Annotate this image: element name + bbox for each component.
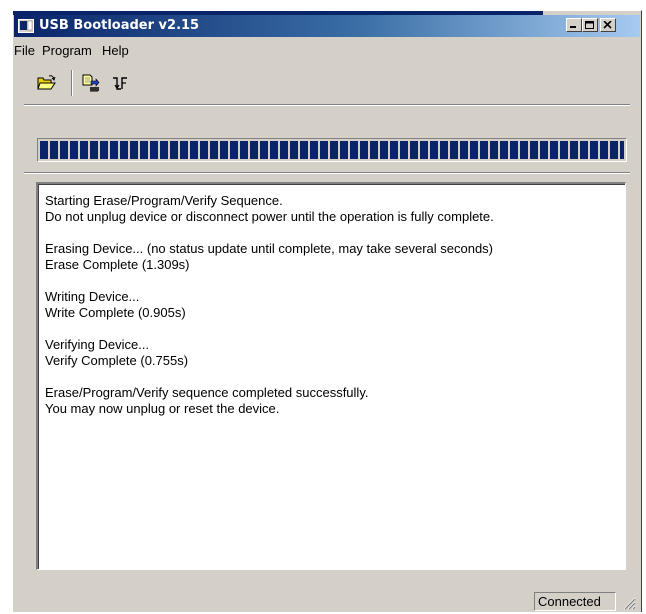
maximize-button[interactable] [582, 18, 598, 32]
log-line: Write Complete (0.905s) [45, 305, 186, 320]
open-folder-icon [37, 75, 56, 90]
maximize-icon [585, 21, 594, 29]
log-line: Erase/Program/Verify sequence completed … [45, 385, 369, 400]
menu-help[interactable]: Help [102, 43, 129, 59]
toolbar-divider [24, 104, 630, 106]
menu-bar: File Program Help [14, 40, 634, 60]
window-title: USB Bootloader v2.15 [39, 18, 200, 33]
close-button[interactable] [600, 18, 616, 32]
log-line: Erase Complete (1.309s) [45, 257, 190, 272]
minimize-button[interactable] [566, 18, 582, 32]
connection-status: Connected [534, 592, 616, 611]
status-log[interactable]: Starting Erase/Program/Verify Sequence. D… [36, 182, 626, 570]
resize-grip-icon[interactable] [620, 594, 636, 610]
toolbar-separator [71, 70, 73, 96]
log-line: Writing Device... [45, 289, 140, 304]
menu-file[interactable]: File [14, 43, 35, 59]
log-line: You may now unplug or reset the device. [45, 401, 280, 416]
progress-bar [37, 138, 627, 162]
title-bar[interactable]: USB Bootloader v2.15 [14, 15, 640, 37]
app-icon[interactable] [18, 18, 34, 34]
toolbar [14, 64, 634, 100]
reset-device-icon [113, 77, 127, 90]
log-line: Verifying Device... [45, 337, 150, 352]
erase-program-verify-button[interactable] [78, 70, 104, 96]
erase-program-verify-icon [82, 74, 100, 92]
log-line: Do not unplug device or disconnect power… [45, 209, 494, 224]
menu-program[interactable]: Program [42, 43, 92, 59]
log-line: Verify Complete (0.755s) [45, 353, 189, 368]
log-line: Starting Erase/Program/Verify Sequence. [45, 193, 283, 208]
close-icon [603, 21, 612, 29]
progress-divider [24, 172, 630, 174]
status-bar: Connected [14, 588, 644, 612]
minimize-icon [570, 26, 576, 28]
progress-fill [40, 141, 624, 159]
open-file-button[interactable] [34, 70, 60, 96]
reset-device-button[interactable] [108, 70, 134, 96]
log-line: Erasing Device... (no status update unti… [45, 241, 493, 256]
